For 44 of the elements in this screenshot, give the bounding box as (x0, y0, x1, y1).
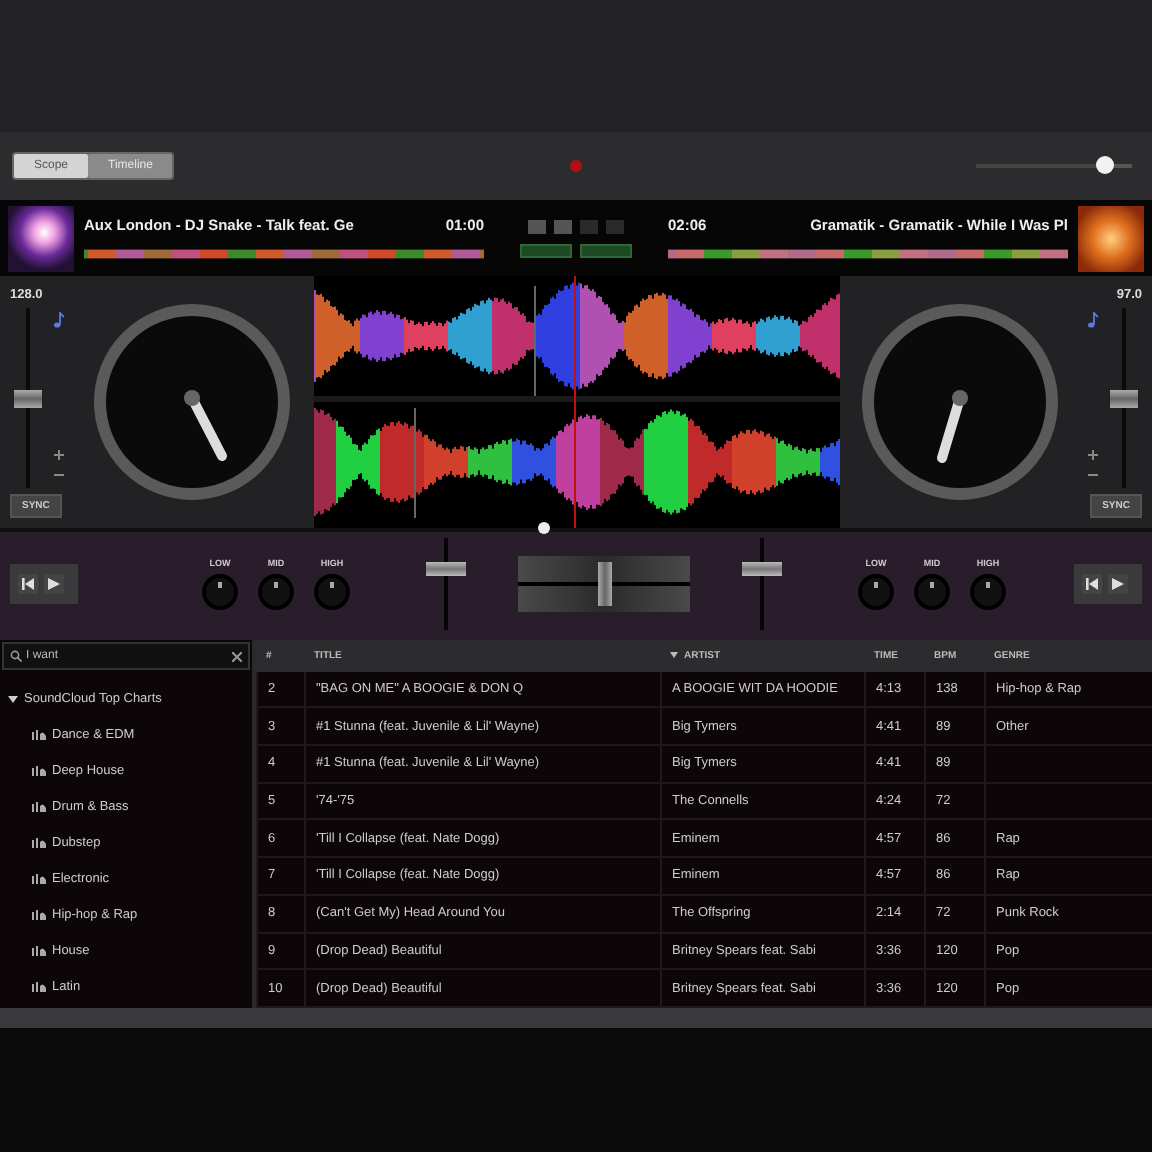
crossfader[interactable] (518, 556, 690, 612)
cloud-icon (32, 801, 46, 811)
album-art-placeholder (1078, 205, 1144, 271)
cue-button[interactable] (1082, 574, 1102, 594)
turntable-platter[interactable] (859, 302, 1060, 502)
plus-icon[interactable] (54, 450, 64, 460)
cloud-icon (32, 765, 46, 775)
skip-back-icon (22, 578, 34, 590)
skip-back-icon (1086, 578, 1098, 590)
music-note-icon (1088, 312, 1098, 328)
pitch-slider[interactable] (14, 308, 42, 488)
fader-thumb[interactable] (426, 561, 466, 576)
play-button[interactable] (1108, 574, 1128, 594)
plus-icon[interactable] (1088, 450, 1098, 460)
minus-icon[interactable] (54, 470, 64, 480)
crossfader-thumb[interactable] (598, 562, 612, 606)
expand-arrow-icon[interactable] (8, 693, 18, 703)
record-indicator-icon (569, 160, 582, 172)
cloud-icon (32, 945, 46, 955)
pitch-slider[interactable] (1110, 308, 1138, 488)
clear-icon[interactable] (232, 651, 242, 661)
channel-fader[interactable] (742, 538, 782, 630)
cloud-icon (32, 837, 46, 847)
minus-icon[interactable] (1088, 470, 1098, 480)
play-icon (1112, 578, 1124, 590)
cloud-icon (32, 981, 46, 991)
scroll-handle[interactable] (537, 522, 549, 534)
channel-fader[interactable] (426, 538, 466, 630)
cloud-icon (32, 729, 46, 739)
cloud-icon (32, 873, 46, 883)
turntable-platter[interactable] (92, 302, 293, 502)
cloud-icon (32, 909, 46, 919)
play-icon (48, 578, 60, 590)
album-art-placeholder (8, 205, 74, 271)
slider-thumb[interactable] (1110, 390, 1138, 408)
level-meter (580, 243, 632, 257)
slider-thumb[interactable] (1095, 156, 1114, 174)
cue-button[interactable] (18, 574, 38, 594)
slider-thumb[interactable] (14, 390, 42, 408)
fader-thumb[interactable] (742, 561, 782, 576)
search-icon (10, 650, 22, 662)
level-meter (520, 243, 572, 257)
music-note-icon (54, 312, 64, 328)
play-button[interactable] (44, 574, 64, 594)
